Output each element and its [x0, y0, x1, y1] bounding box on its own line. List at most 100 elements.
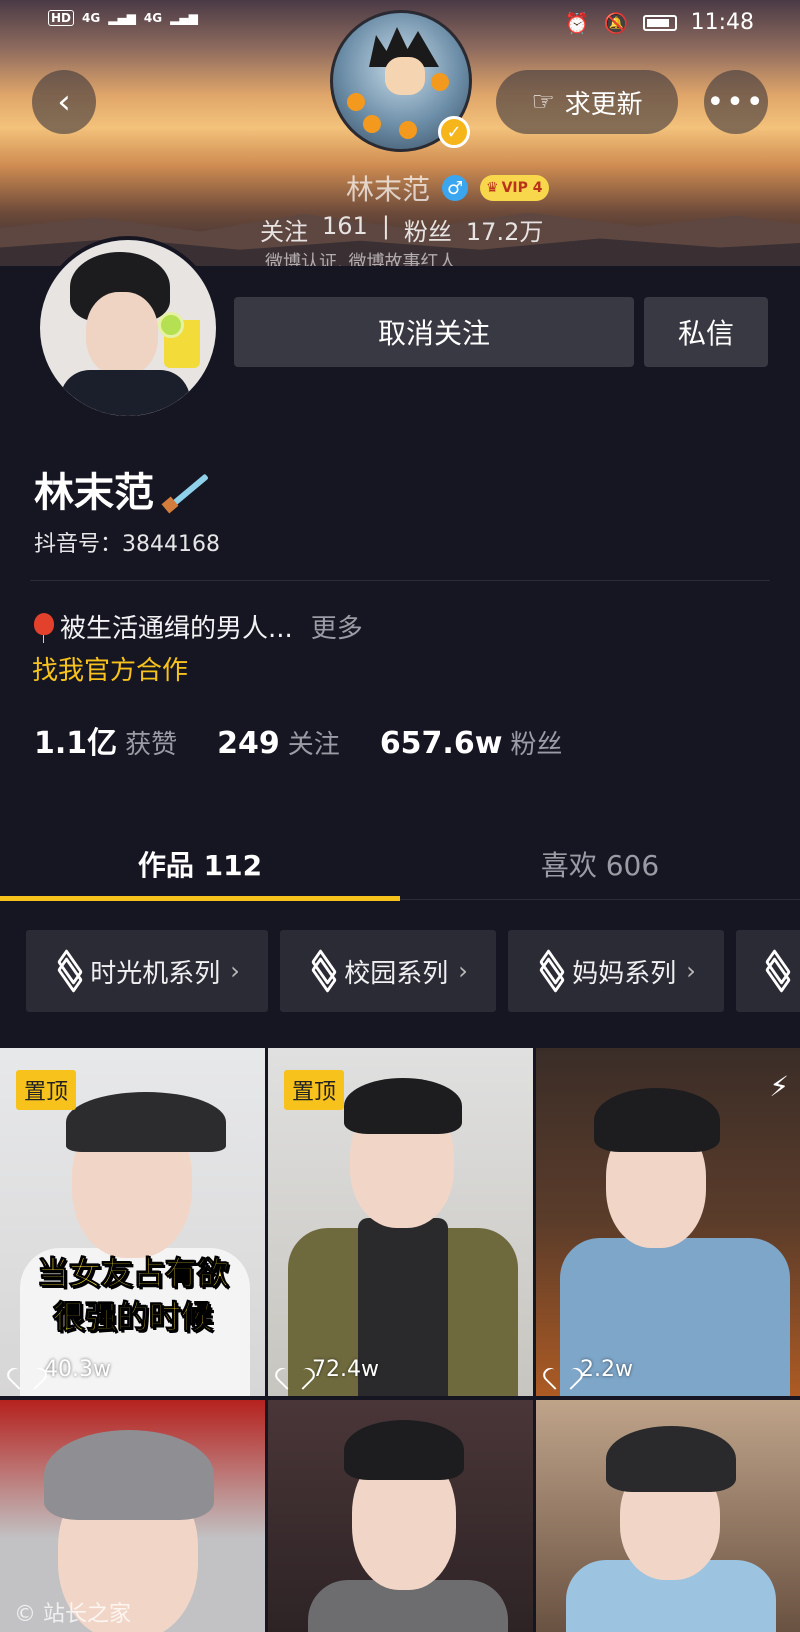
series-chip-more[interactable]	[736, 930, 800, 1012]
video-thumbnail[interactable]: ⚡ 2.2w	[536, 1048, 800, 1396]
more-button[interactable]: •••	[704, 70, 768, 134]
stat-number: 249	[217, 726, 280, 761]
profile-name-row: 林末范	[34, 460, 210, 518]
layers-icon	[536, 959, 562, 983]
stat-following[interactable]: 249 关注	[217, 724, 340, 761]
lightning-icon: ⚡	[769, 1070, 789, 1103]
series-chip-time-machine[interactable]: 时光机系列 ›	[26, 930, 268, 1012]
verified-badge-icon: ✓	[438, 116, 470, 148]
tab-works[interactable]: 作品 112	[0, 830, 400, 898]
unfollow-button[interactable]: 取消关注	[234, 297, 634, 367]
signal-4g-label: 4G	[143, 11, 163, 25]
avatar-face	[86, 292, 158, 376]
avatar-face	[385, 57, 425, 95]
person-figure	[344, 1420, 464, 1480]
beanie-icon	[44, 1430, 214, 1520]
vip-label: VIP 4	[501, 180, 543, 196]
top-name: 林末范	[346, 173, 431, 206]
copyright-icon: ©	[14, 1602, 36, 1627]
person-figure	[594, 1088, 720, 1152]
dragon-ball-icon	[347, 93, 365, 111]
series-chips: 时光机系列 › 校园系列 › 妈妈系列 ›	[0, 930, 800, 1014]
signal-icon: ▂▄▆	[170, 11, 198, 25]
video-grid: 置顶 当女友占有欲 很强的时候 40.3w 置顶 72.4w ⚡ 2.2w	[0, 1048, 800, 1632]
video-thumbnail[interactable]: 置顶 当女友占有欲 很强的时候 40.3w	[0, 1048, 265, 1396]
profile-name: 林末范	[34, 470, 154, 516]
person-figure	[344, 1078, 462, 1134]
profile-stats: 1.1亿 获赞 249 关注 657.6w 粉丝	[34, 718, 562, 762]
bio[interactable]: 被生活通缉的男人... 更多	[32, 608, 363, 645]
balloon-icon	[32, 612, 54, 643]
pinned-badge: 置顶	[284, 1070, 345, 1110]
fans-label: 粉丝	[403, 218, 452, 246]
mute-icon: 🔕	[603, 10, 629, 35]
bio-text: 被生活通缉的男人...	[60, 614, 293, 644]
crown-icon: ♛	[486, 180, 499, 196]
video-likes: 72.4w	[282, 1357, 379, 1382]
status-time: 11:48	[690, 10, 754, 35]
pinned-badge: 置顶	[16, 1070, 77, 1110]
heart-icon	[282, 1359, 306, 1381]
stat-number: 1.1亿	[34, 726, 118, 761]
dragon-ball-icon	[363, 115, 381, 133]
content-tabs: 作品 112 喜欢 606	[0, 830, 800, 901]
video-caption: 很强的时候	[52, 1298, 213, 1337]
dragon-ball-icon	[431, 73, 449, 91]
divider	[30, 580, 770, 581]
chevron-right-icon: ›	[686, 957, 696, 985]
watermark-text: 站长之家	[43, 1602, 132, 1627]
following-label: 关注	[260, 218, 308, 246]
avatar[interactable]	[36, 236, 220, 420]
request-update-label: 求更新	[564, 89, 643, 120]
stat-label: 获赞	[125, 730, 178, 760]
series-chip-mom[interactable]: 妈妈系列 ›	[508, 930, 724, 1012]
layers-icon	[308, 959, 334, 983]
stat-number: 657.6w	[379, 726, 503, 761]
layers-icon	[762, 959, 788, 983]
video-likes: 2.2w	[550, 1357, 633, 1382]
more-icon: •••	[706, 84, 766, 120]
dragon-ball-icon	[399, 121, 417, 139]
video-caption: 当女友占有欲	[36, 1254, 229, 1293]
sword-icon	[160, 467, 210, 511]
chevron-left-icon: ‹	[57, 82, 71, 122]
likes-count: 2.2w	[580, 1357, 633, 1382]
hd-badge: HD	[48, 10, 75, 26]
watermark: © 站长之家	[14, 1596, 131, 1628]
chevron-right-icon: ›	[230, 957, 240, 985]
stats-separator: |	[381, 212, 390, 240]
fans-count: 17.2万	[465, 218, 544, 246]
following-count: 161	[322, 212, 368, 240]
video-likes: 40.3w	[14, 1357, 111, 1382]
likes-count: 72.4w	[312, 1357, 379, 1382]
video-thumbnail[interactable]	[268, 1400, 533, 1632]
battery-icon	[642, 14, 677, 31]
signal-4g-label: 4G	[82, 11, 101, 25]
bio-more-link[interactable]: 更多	[311, 608, 363, 645]
vip-badge: ♛ VIP 4	[480, 175, 549, 201]
stat-fans[interactable]: 657.6w 粉丝	[380, 724, 563, 761]
stat-label: 关注	[287, 730, 340, 760]
status-left: HD 4G ▂▄▆ 4G ▂▄▆	[48, 10, 198, 26]
likes-count: 40.3w	[44, 1357, 111, 1382]
stat-likes[interactable]: 1.1亿 获赞	[34, 718, 177, 762]
message-button[interactable]: 私信	[644, 297, 768, 367]
request-update-button[interactable]: ☞ 求更新	[496, 70, 678, 134]
cap-icon	[66, 1092, 226, 1152]
chevron-right-icon: ›	[458, 957, 468, 985]
series-chip-campus[interactable]: 校园系列 ›	[280, 930, 496, 1012]
status-right: ⏰ 🔕 11:48	[565, 10, 754, 35]
tab-likes[interactable]: 喜欢 606	[400, 830, 800, 898]
video-thumbnail[interactable]: 置顶 72.4w	[268, 1048, 533, 1396]
series-label: 妈妈系列	[572, 958, 677, 989]
douyin-id: 抖音号：3844168	[34, 532, 220, 557]
alarm-icon: ⏰	[564, 10, 590, 35]
stat-label: 粉丝	[510, 730, 563, 760]
male-icon: ♂	[442, 175, 469, 201]
lemon-icon	[158, 312, 184, 338]
signal-icon: ▂▄▆	[108, 11, 136, 25]
back-button[interactable]: ‹	[32, 70, 96, 134]
video-thumbnail[interactable]	[536, 1400, 800, 1632]
cooperate-link[interactable]: 找我官方合作	[32, 650, 188, 687]
series-label: 校园系列	[344, 958, 449, 989]
